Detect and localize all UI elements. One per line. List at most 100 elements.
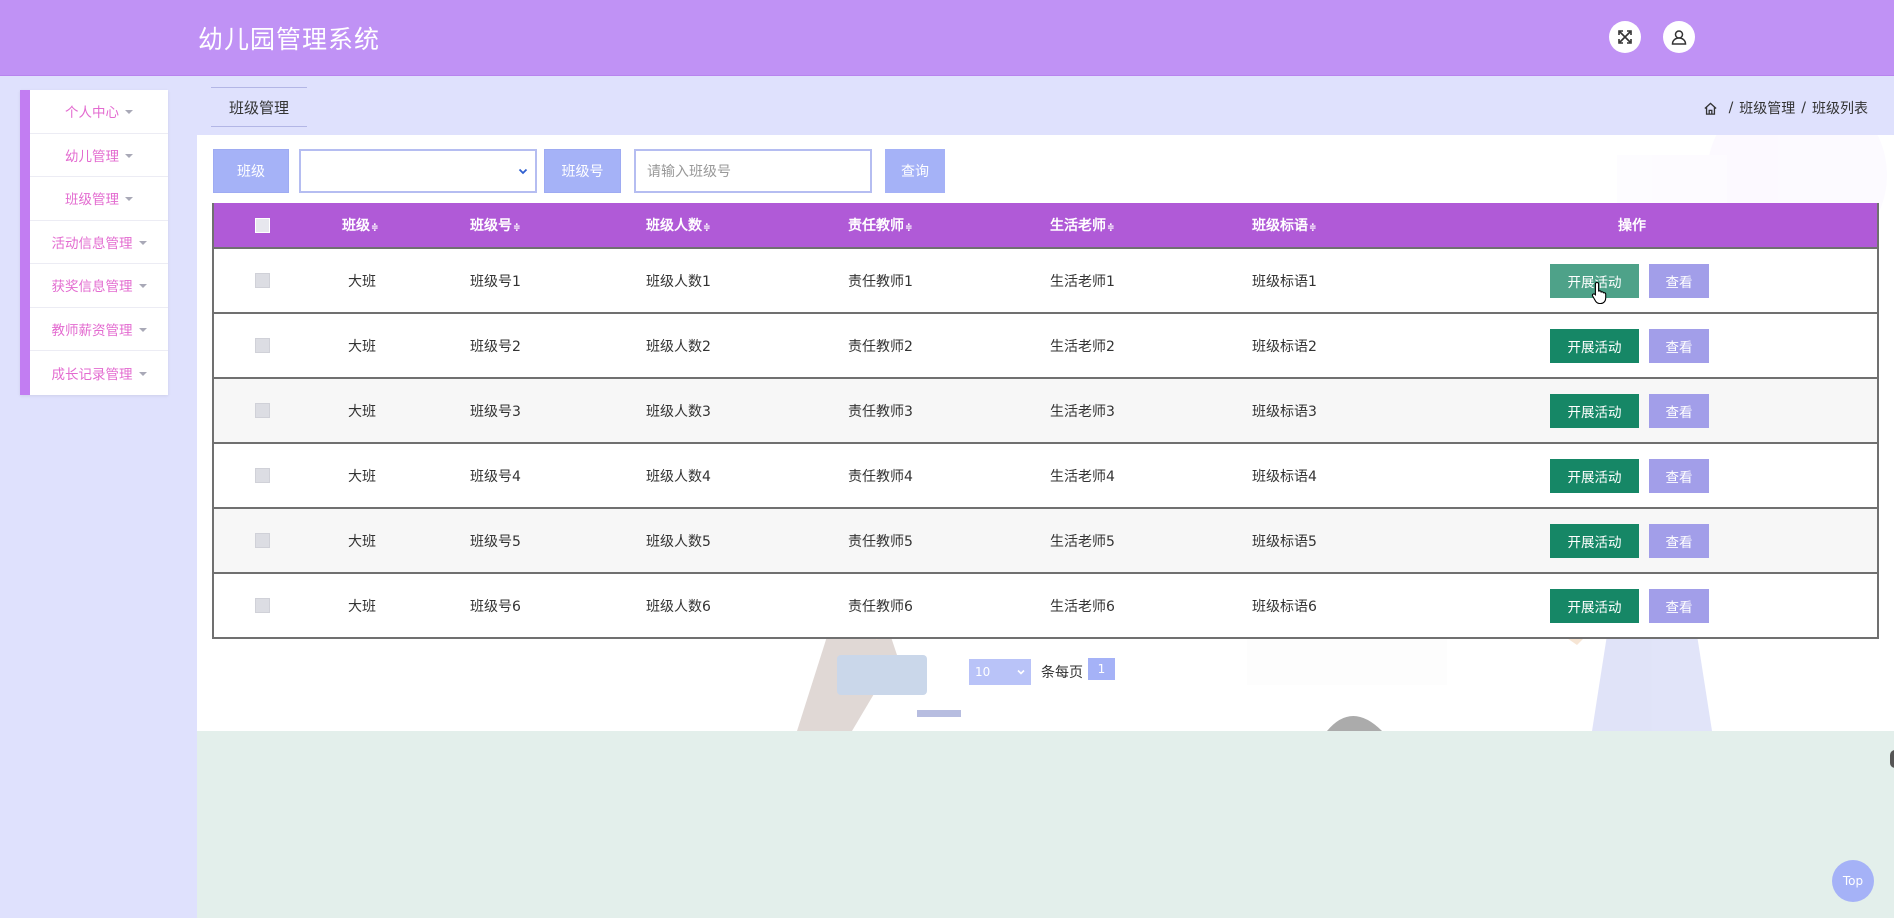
cell-teacher: 责任教师3	[848, 403, 913, 420]
row-checkbox[interactable]	[255, 533, 270, 548]
select-all-checkbox[interactable]	[255, 217, 270, 233]
cell-life-teacher: 生活老师1	[1050, 273, 1115, 290]
start-activity-button[interactable]: 开展活动	[1550, 328, 1639, 363]
sidebar-item-label: 个人中心	[65, 105, 119, 122]
column-header-number[interactable]: 班级号≑	[470, 215, 521, 235]
cell-slogan: 班级标语3	[1252, 403, 1317, 420]
cell-count: 班级人数2	[646, 338, 711, 355]
table-header: 班级≑ 班级号≑ 班级人数≑ 责任教师≑ 生活老师≑ 班级标语≑ 操作	[214, 203, 1877, 247]
start-activity-button[interactable]: 开展活动	[1550, 263, 1639, 298]
query-button[interactable]: 查询	[885, 149, 945, 193]
caret-down-icon	[125, 197, 133, 202]
row-checkbox[interactable]	[255, 273, 270, 288]
sidebar-item-personal-center[interactable]: 个人中心	[30, 90, 168, 134]
sort-icon: ≑	[905, 223, 913, 233]
column-header-life-teacher[interactable]: 生活老师≑	[1050, 215, 1115, 235]
class-select[interactable]	[299, 149, 537, 193]
cell-slogan: 班级标语5	[1252, 533, 1317, 550]
per-page-label: 条每页	[1041, 665, 1083, 681]
chevron-down-icon	[1017, 669, 1025, 675]
cell-teacher: 责任教师1	[848, 273, 913, 290]
cell-number: 班级号6	[470, 598, 521, 615]
class-number-label: 班级号	[544, 149, 621, 193]
breadcrumb-class-management[interactable]: 班级管理	[1739, 98, 1795, 118]
view-button[interactable]: 查看	[1649, 458, 1709, 493]
chevron-down-icon	[518, 168, 528, 175]
row-checkbox[interactable]	[255, 403, 270, 418]
start-activity-button[interactable]: 开展活动	[1550, 458, 1639, 493]
cell-slogan: 班级标语6	[1252, 598, 1317, 615]
cell-class: 大班	[348, 273, 376, 290]
back-to-top-button[interactable]: Top	[1832, 860, 1874, 902]
column-header-class[interactable]: 班级≑	[342, 215, 379, 235]
view-button[interactable]: 查看	[1649, 523, 1709, 558]
table-row: 大班 班级号1 班级人数1 责任教师1 生活老师1 班级标语1 开展活动 查看	[214, 247, 1877, 312]
app-title: 幼儿园管理系统	[198, 25, 381, 54]
cell-teacher: 责任教师5	[848, 533, 913, 550]
cell-number: 班级号1	[470, 273, 521, 290]
cell-count: 班级人数5	[646, 533, 711, 550]
column-header-actions: 操作	[1618, 218, 1646, 234]
sidebar-item-label: 幼儿管理	[65, 148, 119, 165]
breadcrumb: / 班级管理 / 班级列表	[1703, 98, 1868, 118]
cell-class: 大班	[348, 598, 376, 615]
home-icon[interactable]	[1703, 101, 1718, 116]
user-icon	[1671, 30, 1687, 45]
sidebar-item-label: 成长记录管理	[51, 366, 133, 383]
caret-down-icon	[125, 110, 133, 115]
cell-life-teacher: 生活老师4	[1050, 468, 1115, 485]
user-menu-button[interactable]	[1663, 21, 1695, 53]
cell-number: 班级号5	[470, 533, 521, 550]
caret-down-icon	[138, 371, 147, 376]
sidebar-item-class-management[interactable]: 班级管理	[30, 177, 168, 221]
page-size-select[interactable]: 10	[969, 659, 1031, 685]
sort-icon: ≑	[1309, 223, 1317, 233]
cell-count: 班级人数6	[646, 598, 711, 615]
cell-life-teacher: 生活老师5	[1050, 533, 1115, 550]
sidebar-item-activity-management[interactable]: 活动信息管理	[30, 221, 168, 264]
cell-teacher: 责任教师4	[848, 468, 913, 485]
sidebar-item-label: 班级管理	[65, 192, 119, 209]
cell-count: 班级人数1	[646, 273, 711, 290]
sidebar-item-growth-records[interactable]: 成长记录管理	[30, 351, 168, 395]
sidebar-item-label: 教师薪资管理	[51, 322, 133, 339]
sidebar-item-child-management[interactable]: 幼儿管理	[30, 134, 168, 177]
fullscreen-button[interactable]	[1609, 21, 1641, 53]
row-checkbox[interactable]	[255, 468, 270, 483]
cell-count: 班级人数4	[646, 468, 711, 485]
app-header: 幼儿园管理系统	[0, 0, 1894, 76]
sidebar-item-award-management[interactable]: 获奖信息管理	[30, 264, 168, 308]
view-button[interactable]: 查看	[1649, 328, 1709, 363]
scroll-handle[interactable]	[1890, 750, 1894, 768]
start-activity-button[interactable]: 开展活动	[1550, 393, 1639, 428]
start-activity-button[interactable]: 开展活动	[1550, 588, 1639, 623]
start-activity-button[interactable]: 开展活动	[1550, 523, 1639, 558]
cell-life-teacher: 生活老师2	[1050, 338, 1115, 355]
row-checkbox[interactable]	[255, 598, 270, 613]
sort-icon: ≑	[513, 223, 521, 233]
sort-icon: ≑	[1107, 223, 1115, 233]
class-number-input[interactable]: 请输入班级号	[634, 149, 872, 193]
breadcrumb-separator: /	[1801, 100, 1806, 116]
column-header-count[interactable]: 班级人数≑	[646, 215, 711, 235]
caret-down-icon	[138, 284, 147, 289]
cell-class: 大班	[348, 468, 376, 485]
table-row: 大班 班级号2 班级人数2 责任教师2 生活老师2 班级标语2 开展活动 查看	[214, 312, 1877, 377]
column-header-slogan[interactable]: 班级标语≑	[1252, 215, 1317, 235]
tab-class-management[interactable]: 班级管理	[211, 87, 307, 127]
main-panel: 班级 班级号 请输入班级号 查询 班级≑ 班级号≑ 班级人数≑ 责任教师≑ 生活…	[197, 135, 1894, 731]
caret-down-icon	[138, 240, 147, 245]
cell-count: 班级人数3	[646, 403, 711, 420]
page-number-button[interactable]: 1	[1088, 658, 1115, 680]
cell-slogan: 班级标语4	[1252, 468, 1317, 485]
sidebar-menu: 个人中心 幼儿管理 班级管理 活动信息管理 获奖信息管理 教师薪资管理 成长记录…	[20, 90, 168, 395]
cell-teacher: 责任教师2	[848, 338, 913, 355]
cell-life-teacher: 生活老师6	[1050, 598, 1115, 615]
sidebar-item-salary-management[interactable]: 教师薪资管理	[30, 308, 168, 351]
column-header-teacher[interactable]: 责任教师≑	[848, 215, 913, 235]
view-button[interactable]: 查看	[1649, 588, 1709, 623]
row-checkbox[interactable]	[255, 338, 270, 353]
view-button[interactable]: 查看	[1649, 393, 1709, 428]
view-button[interactable]: 查看	[1649, 263, 1709, 298]
class-filter-label: 班级	[213, 149, 289, 193]
